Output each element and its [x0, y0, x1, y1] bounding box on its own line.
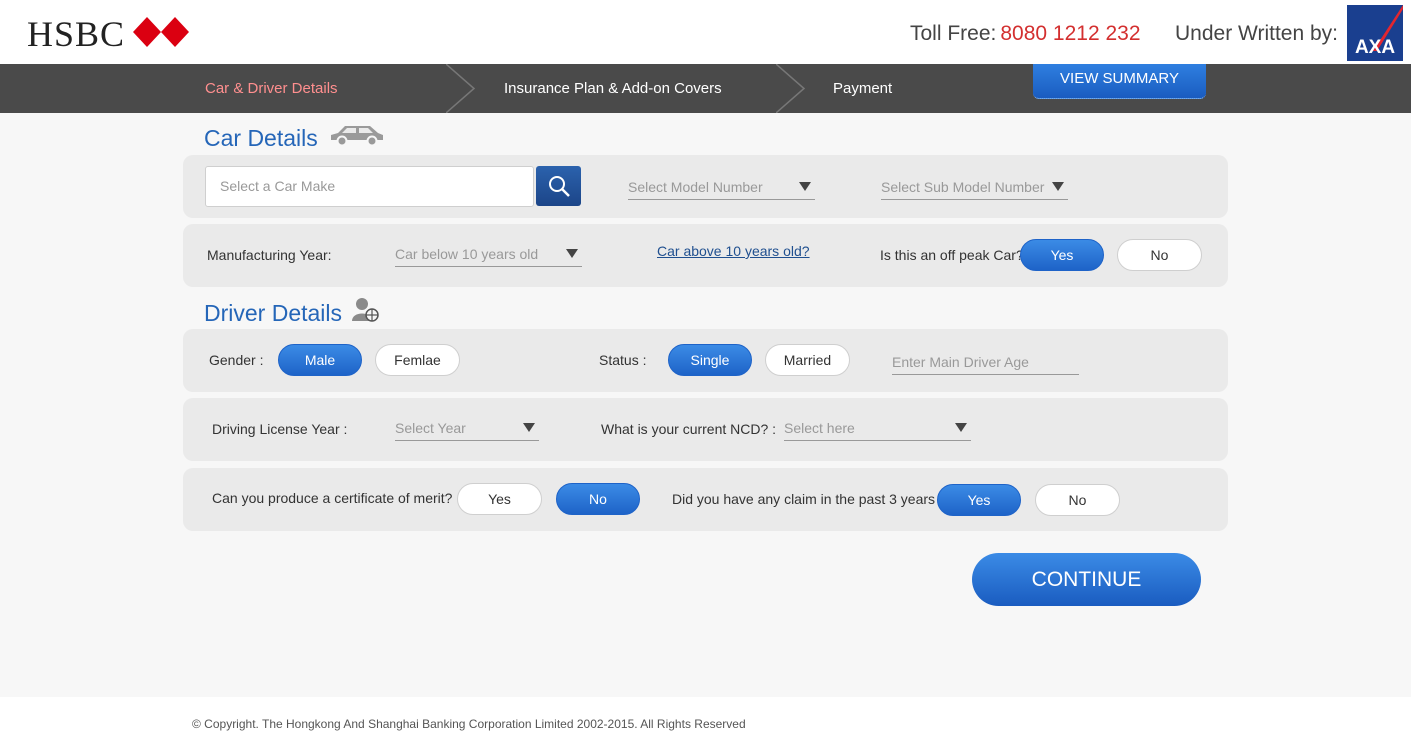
- gender-male-button[interactable]: Male: [278, 344, 362, 376]
- step-car-driver-details[interactable]: Car & Driver Details: [205, 80, 338, 97]
- ncd-placeholder: Select here: [784, 420, 855, 436]
- license-ncd-panel: Driving License Year : Select Year What …: [183, 398, 1228, 461]
- merit-yes-button[interactable]: Yes: [457, 483, 542, 515]
- footer: © Copyright. The Hongkong And Shanghai B…: [0, 697, 1411, 749]
- search-icon: [548, 176, 570, 197]
- continue-button[interactable]: CONTINUE: [972, 553, 1201, 606]
- gender-label: Gender :: [209, 352, 264, 368]
- toll-free-label: Toll Free:: [910, 22, 997, 45]
- toll-free: Toll Free: 8080 1212 232: [910, 22, 1141, 46]
- status-single-button[interactable]: Single: [668, 344, 752, 376]
- header: HSBC Toll Free: 8080 1212 232 Under Writt…: [0, 0, 1411, 64]
- manufacturing-year-value: Car below 10 years old: [395, 246, 539, 262]
- insurer-logo-text: AXA: [1355, 37, 1395, 58]
- driver-details-heading: Driver Details: [204, 297, 380, 329]
- claim-yes-button[interactable]: Yes: [937, 484, 1021, 516]
- dropdown-arrow-icon: [1052, 182, 1064, 191]
- status-married-button[interactable]: Married: [765, 344, 850, 376]
- hsbc-hexagon-icon: [133, 16, 190, 52]
- step-separator-icon: [776, 64, 806, 113]
- off-peak-label: Is this an off peak Car?: [880, 247, 1024, 263]
- claim-label: Did you have any claim in the past 3 yea…: [672, 491, 936, 507]
- toll-free-number[interactable]: 8080 1212 232: [1000, 22, 1140, 45]
- driver-icon: [352, 297, 380, 329]
- dropdown-arrow-icon: [799, 182, 811, 191]
- hsbc-logo[interactable]: HSBC: [27, 14, 190, 54]
- sub-model-number-placeholder: Select Sub Model Number: [881, 179, 1045, 195]
- car-icon: [328, 123, 386, 153]
- step-insurance-plan[interactable]: Insurance Plan & Add-on Covers: [504, 80, 722, 97]
- license-year-label: Driving License Year :: [212, 421, 348, 437]
- driver-details-title: Driver Details: [204, 299, 343, 326]
- ncd-select[interactable]: Select here: [784, 417, 971, 441]
- status-label: Status :: [599, 352, 647, 368]
- car-make-input[interactable]: Select a Car Make: [205, 166, 534, 207]
- merit-claims-panel: Can you produce a certificate of merit? …: [183, 468, 1228, 531]
- driver-age-input[interactable]: Enter Main Driver Age: [892, 351, 1079, 375]
- license-year-placeholder: Select Year: [395, 420, 466, 436]
- merit-no-button[interactable]: No: [556, 483, 640, 515]
- ncd-label: What is your current NCD? :: [601, 421, 777, 437]
- dropdown-arrow-icon: [566, 249, 578, 258]
- gender-female-button[interactable]: Femlae: [375, 344, 460, 376]
- off-peak-yes-button[interactable]: Yes: [1020, 239, 1104, 271]
- axa-logo: AXA: [1347, 5, 1403, 61]
- model-number-select[interactable]: Select Model Number: [628, 176, 815, 200]
- step-separator-icon: [446, 64, 476, 113]
- car-details-title: Car Details: [204, 124, 318, 151]
- model-number-placeholder: Select Model Number: [628, 179, 763, 195]
- underwritten-label: Under Written by:: [1175, 22, 1339, 45]
- dropdown-arrow-icon: [955, 423, 967, 432]
- car-search-button[interactable]: [536, 166, 581, 206]
- off-peak-no-button[interactable]: No: [1117, 239, 1202, 271]
- license-year-select[interactable]: Select Year: [395, 417, 539, 441]
- brand-name: HSBC: [27, 14, 126, 54]
- sub-model-number-select[interactable]: Select Sub Model Number: [881, 176, 1068, 200]
- car-details-heading: Car Details: [204, 123, 386, 153]
- manufacturing-year-panel: Manufacturing Year: Car below 10 years o…: [183, 224, 1228, 287]
- claim-no-button[interactable]: No: [1035, 484, 1120, 516]
- car-make-panel: Select a Car Make Select Model Number Se…: [183, 155, 1228, 218]
- merit-label: Can you produce a certificate of merit?: [212, 490, 453, 506]
- dropdown-arrow-icon: [523, 423, 535, 432]
- gender-status-panel: Gender : Male Femlae Status : Single Mar…: [183, 329, 1228, 392]
- manufacturing-year-select[interactable]: Car below 10 years old: [395, 243, 582, 267]
- view-summary-button[interactable]: VIEW SUMMARY: [1033, 64, 1206, 99]
- step-payment[interactable]: Payment: [833, 80, 892, 97]
- manufacturing-year-label: Manufacturing Year:: [207, 247, 332, 263]
- copyright-text: © Copyright. The Hongkong And Shanghai B…: [192, 717, 746, 731]
- car-above-10-years-link[interactable]: Car above 10 years old?: [657, 243, 810, 259]
